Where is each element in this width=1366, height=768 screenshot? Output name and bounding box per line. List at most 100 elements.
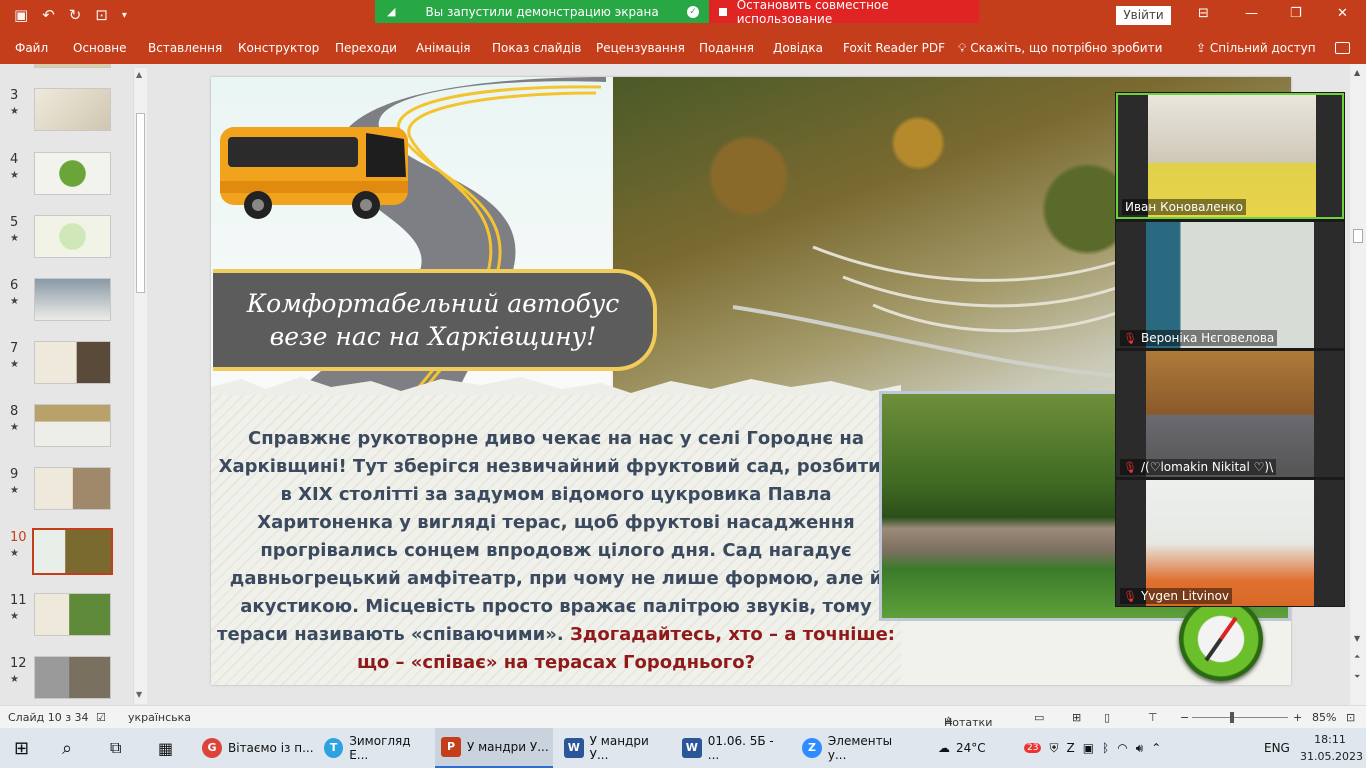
tray-badge-icon[interactable]: 23 (1024, 743, 1042, 753)
thumbnail-number: 3 (10, 88, 19, 103)
minimize-icon[interactable]: — (1245, 6, 1258, 21)
redo-icon[interactable]: ↻ (69, 6, 82, 24)
tab-help[interactable]: Довідка (773, 41, 823, 55)
slide-counter: Слайд 10 з 34 (8, 711, 89, 724)
taskbar-powerpoint[interactable]: P У мандри У... (435, 728, 553, 768)
fit-to-window-icon[interactable]: ⊡ (1346, 711, 1355, 724)
scroll-up-icon[interactable]: ▲ (136, 70, 142, 79)
slide-sorter-icon[interactable]: ⊞ (1072, 711, 1081, 724)
input-language[interactable]: ENG (1264, 728, 1290, 768)
show-hidden-icon[interactable]: ⌃ (1151, 741, 1161, 755)
weather-widget[interactable]: ☁ 24°C (938, 728, 986, 768)
scroll-down-icon[interactable]: ▼ (1354, 634, 1360, 643)
thumbnail-slide-9[interactable]: 9 ★ (0, 467, 133, 519)
taskbar-clock[interactable]: 18:11 31.05.2023 (1300, 731, 1363, 765)
zoom-in-icon[interactable]: + (1293, 711, 1302, 724)
participant-video[interactable]: 🎙︎ Вероніка Нєговелова (1116, 222, 1344, 348)
share-button[interactable]: ⇪ Спільний доступ (1196, 41, 1316, 55)
editor-scrollbar[interactable]: ▲ ▼ ⏶ ⏷ (1350, 64, 1366, 705)
zoom-out-icon[interactable]: − (1180, 711, 1189, 724)
zoom-level[interactable]: 85% (1312, 711, 1336, 724)
volume-icon[interactable]: 🔊︎ (1136, 741, 1144, 756)
participant-video[interactable]: 🎙︎/(♡lomakin Nikital ♡)\ (1116, 351, 1344, 477)
tray-shield-icon[interactable]: ⛨ (1049, 741, 1058, 756)
thumbnail-scrollbar[interactable]: ▲ ▼ (133, 68, 147, 704)
undo-icon[interactable]: ↶ (42, 6, 55, 24)
next-slide-icon[interactable]: ⏷ (1354, 672, 1360, 682)
tell-me-search[interactable]: 💡︎ Скажіть, що потрібно зробити (958, 41, 1162, 56)
thumbnail-slide-5[interactable]: 5 ★ (0, 215, 133, 267)
task-view-icon[interactable]: ⧉ (110, 728, 121, 768)
present-from-start-icon[interactable]: ⊡ (95, 6, 108, 24)
participant-video[interactable]: Иван Коноваленко (1116, 93, 1344, 219)
normal-view-icon[interactable]: ▭ (1034, 711, 1044, 724)
participant-video[interactable]: 🎙︎ Yvgen Litvinov (1116, 480, 1344, 606)
sign-in-button[interactable]: Увійти (1116, 6, 1171, 25)
windows-start-icon[interactable]: ⊞ (14, 728, 29, 768)
save-icon[interactable]: ▣ (14, 6, 28, 24)
thumbnail-slide-10[interactable]: 10 ★ (0, 528, 133, 582)
reading-view-icon[interactable]: ▯ (1104, 711, 1110, 724)
muted-mic-icon: 🎙︎ (1123, 332, 1137, 345)
comments-icon[interactable] (1335, 42, 1350, 54)
restore-icon[interactable]: ❐ (1290, 6, 1302, 21)
scroll-up-icon[interactable]: ▲ (1354, 68, 1360, 77)
tray-app-icon[interactable]: ▣ (1083, 741, 1094, 755)
zoom-slider-thumb[interactable] (1230, 712, 1234, 723)
thumbnail-number: 9 (10, 467, 19, 482)
bluetooth-icon[interactable]: ᛒ (1102, 741, 1109, 755)
slide-title-line-1: Комфортабельний автобус (246, 289, 620, 318)
participant-name-text: Вероніка Нєговелова (1140, 331, 1275, 345)
slide-body-text[interactable]: Справжнє рукотворне диво чекає на нас у … (211, 425, 901, 677)
taskbar-telegram[interactable]: T Зимогляд Е... (318, 728, 430, 768)
tab-home[interactable]: Основне (73, 41, 127, 55)
transition-star-icon: ★ (10, 296, 19, 307)
shield-check-icon: ✓ (687, 5, 699, 18)
stop-share-button[interactable]: Остановить совместное использование (709, 0, 979, 26)
previous-slide-icon[interactable]: ⏶ (1354, 652, 1360, 662)
slide-show-icon[interactable]: ⊤ (1148, 711, 1158, 724)
tab-review[interactable]: Рецензування (596, 41, 685, 55)
thumbnail-slide-12[interactable]: 12 ★ (0, 656, 133, 708)
language-indicator[interactable]: українська (128, 711, 191, 724)
zoom-slider[interactable] (1192, 717, 1288, 718)
customize-qat-icon[interactable]: ▾ (122, 10, 127, 21)
screen-share-banner: ◢ Вы запустили демонстрацию экрана ✓ Ост… (375, 0, 979, 26)
ribbon-display-options-icon[interactable]: ⊟ (1198, 6, 1209, 21)
scroll-down-icon[interactable]: ▼ (136, 690, 142, 699)
calculator-icon[interactable]: ▦ (158, 728, 173, 768)
thumbnail-slide-11[interactable]: 11 ★ (0, 593, 133, 645)
body-paragraph: Справжнє рукотворне диво чекає на нас у … (217, 428, 894, 645)
thumbnail-slide-4[interactable]: 4 ★ (0, 152, 133, 204)
taskbar-chrome[interactable]: G Вітаємо із п... (196, 728, 314, 768)
thumbnail-slide-7[interactable]: 7 ★ (0, 341, 133, 393)
muted-mic-icon: 🎙︎ (1123, 461, 1137, 474)
stop-icon (719, 7, 727, 16)
tab-view[interactable]: Подання (699, 41, 754, 55)
close-icon[interactable]: ✕ (1337, 6, 1348, 21)
slide-title-box[interactable]: Комфортабельний автобус везе нас на Харк… (213, 269, 657, 371)
thumbnail-slide-6[interactable]: 6 ★ (0, 278, 133, 330)
spelling-icon[interactable]: ☑ (96, 711, 106, 724)
thumbnail-slide-3[interactable]: 3 ★ (0, 88, 133, 140)
transition-star-icon: ★ (10, 170, 19, 181)
tab-foxit[interactable]: Foxit Reader PDF (843, 41, 945, 55)
tray-zoom-icon[interactable]: Z (1066, 741, 1074, 755)
taskbar-word-1[interactable]: W У мандри У... (558, 728, 670, 768)
tab-design[interactable]: Конструктор (238, 41, 319, 55)
tab-file[interactable]: Файл (15, 41, 48, 55)
thumbnail-image (34, 593, 111, 636)
search-icon[interactable]: ⌕ (62, 728, 72, 768)
scrollbar-thumb[interactable] (1353, 229, 1363, 243)
transition-star-icon: ★ (10, 422, 19, 433)
tab-insert[interactable]: Вставлення (148, 41, 222, 55)
tab-animations[interactable]: Анімація (416, 41, 471, 55)
thumbnail-slide-8[interactable]: 8 ★ (0, 404, 133, 456)
taskbar-zoom[interactable]: Z Элементы у... (796, 728, 914, 768)
network-icon[interactable]: ◠ (1117, 741, 1127, 755)
tab-transitions[interactable]: Переходи (335, 41, 397, 55)
taskbar-word-2[interactable]: W 01.06. 5Б - ... (676, 728, 788, 768)
tab-slide-show[interactable]: Показ слайдів (492, 41, 581, 55)
scrollbar-thumb[interactable] (136, 113, 145, 293)
title-bar: ▣ ↶ ↻ ⊡ ▾ ◢ Вы запустили демонстрацию эк… (0, 0, 1366, 32)
